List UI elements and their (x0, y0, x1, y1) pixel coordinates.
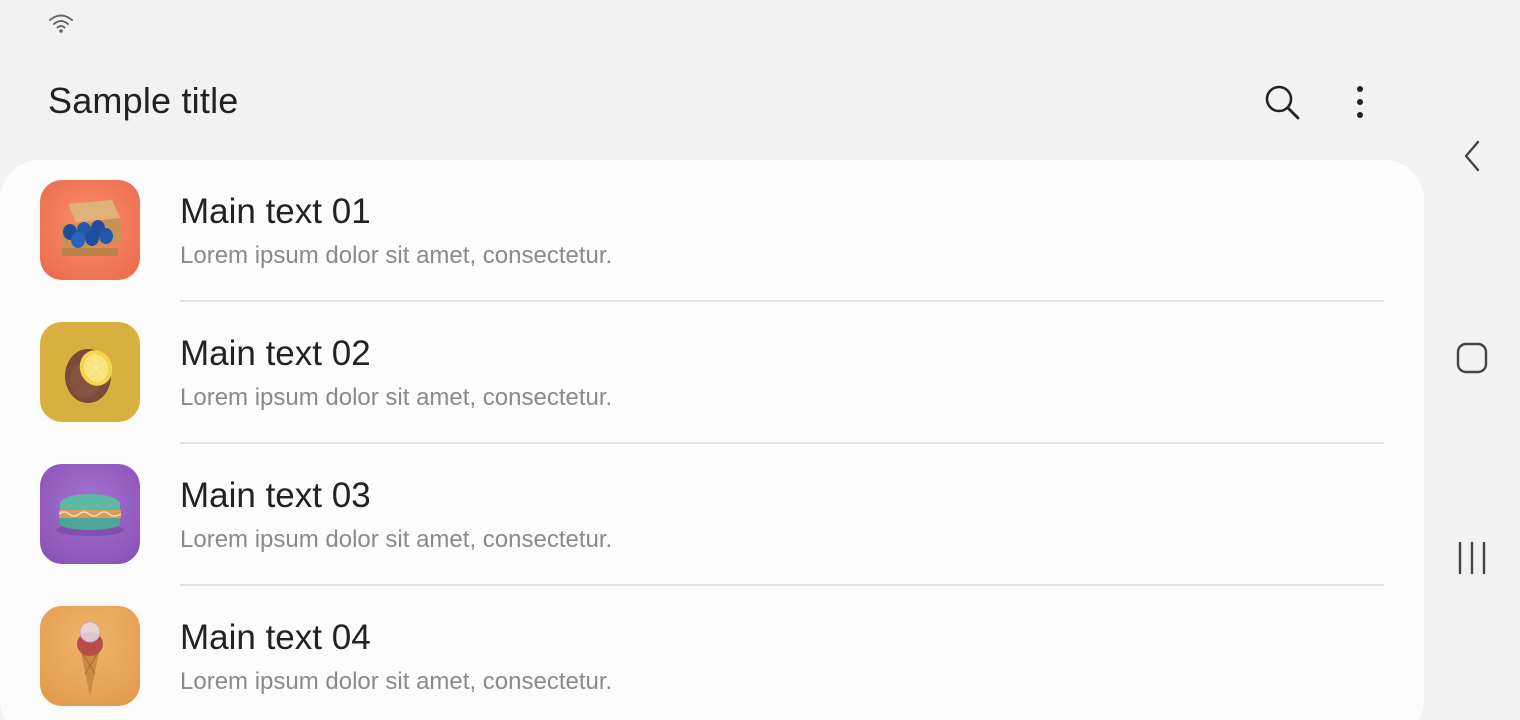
main-text: Main text 02 (180, 334, 371, 373)
home-icon (1455, 341, 1489, 380)
more-options-button[interactable] (1338, 82, 1382, 126)
back-icon (1460, 136, 1484, 181)
list-card: Main text 01 Lorem ipsum dolor sit amet,… (0, 160, 1424, 720)
list-item[interactable]: Main text 01 Lorem ipsum dolor sit amet,… (0, 160, 1424, 302)
main-text: Main text 04 (180, 618, 371, 657)
sub-text: Lorem ipsum dolor sit amet, consectetur. (180, 526, 613, 553)
list-item[interactable]: Main text 04 Lorem ipsum dolor sit amet,… (0, 586, 1424, 720)
list-item[interactable]: Main text 03 Lorem ipsum dolor sit amet,… (0, 444, 1424, 586)
status-bar (48, 12, 74, 34)
app-bar: Sample title (0, 60, 1424, 148)
macaron-thumbnail (40, 464, 140, 564)
search-button[interactable] (1260, 82, 1304, 126)
screen: Sample title Main text 01 Lorem ipsum do… (0, 0, 1520, 720)
list-item[interactable]: Main text 02 Lorem ipsum dolor sit amet,… (0, 302, 1424, 444)
home-button[interactable] (1448, 336, 1496, 384)
recents-button[interactable] (1448, 536, 1496, 584)
search-icon (1262, 82, 1302, 127)
back-button[interactable] (1448, 134, 1496, 182)
wifi-icon (48, 14, 74, 38)
sub-text: Lorem ipsum dolor sit amet, consectetur. (180, 668, 613, 695)
main-text: Main text 03 (180, 476, 371, 515)
ice-cream-cone-thumbnail (40, 606, 140, 706)
egg-carton-thumbnail (40, 180, 140, 280)
recents-icon (1455, 540, 1489, 581)
page-title: Sample title (48, 80, 239, 121)
sub-text: Lorem ipsum dolor sit amet, consectetur. (180, 384, 613, 411)
main-text: Main text 01 (180, 192, 371, 231)
lemon-kiwi-thumbnail (40, 322, 140, 422)
more-options-icon (1355, 84, 1365, 125)
sub-text: Lorem ipsum dolor sit amet, consectetur. (180, 242, 613, 269)
navigation-bar (1424, 0, 1520, 720)
